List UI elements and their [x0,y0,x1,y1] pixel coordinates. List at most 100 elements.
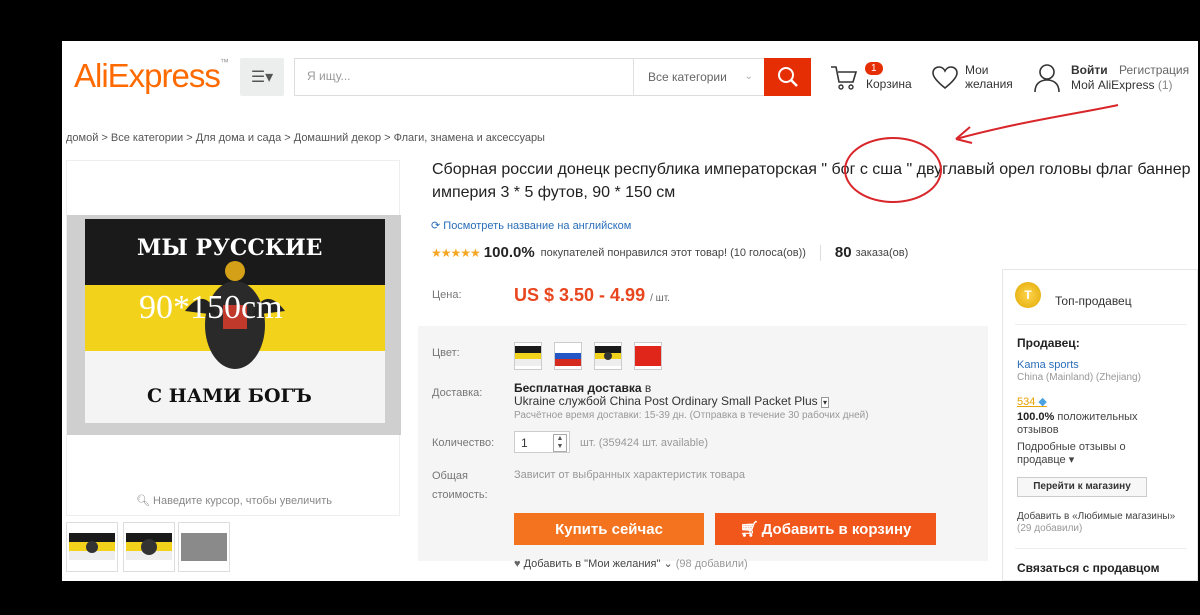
total-value: Зависит от выбранных характеристик товар… [514,469,745,481]
seller-name-link[interactable]: Kama sports [1017,359,1079,371]
chevron-down-icon: ⌄ [744,71,753,82]
thumbnail-image [181,533,227,561]
product-page: AliExpress™ ☰▾ Я ищу... Все категории ⌄ … [62,41,1198,581]
diamond-icon: ◆ [1038,396,1047,408]
color-swatch-2[interactable] [554,342,582,370]
quantity-label: Количество: [432,437,495,449]
my-aliexpress-link[interactable]: Мой AliExpress [1071,78,1155,92]
buy-now-button[interactable]: Купить сейчас [514,513,704,545]
shipping-time: Расчётное время доставки: 15-39 дн. (Отп… [514,410,869,421]
search-button[interactable] [764,58,811,96]
orders-count: 80 [834,244,852,261]
register-link[interactable]: Регистрация [1119,63,1189,77]
fav-text: Добавить в «Любимые магазины» [1017,511,1176,522]
user-icon [1034,64,1060,93]
color-swatch-3[interactable] [594,342,622,370]
heart-icon: ♥ [514,558,521,570]
cart-icon [831,66,858,90]
thumbnail-image [126,533,172,560]
add-wish-label: Добавить в "Мои желания" [523,558,661,570]
seller-score[interactable]: 534 ◆ [1017,395,1047,408]
my-aliexpress-count: (1) [1157,78,1173,92]
color-swatch-1[interactable] [514,342,542,370]
login-link[interactable]: Войти [1071,63,1108,77]
heart-icon [932,66,958,90]
thumbnail-2[interactable] [123,522,175,572]
seller-panel: T Топ-продавец Продавец: Kama sports Chi… [1002,269,1198,581]
quantity-stepper[interactable]: 1 ▲ ▼ [514,431,570,453]
rating-text[interactable]: покупателей понравился этот товар! (10 г… [541,247,806,259]
rating-percent: 100.0% [483,244,535,261]
seller-score-value: 534 [1017,396,1036,408]
flag-bottom-text: С НАМИ БОГЪ [147,385,312,407]
price-unit: / шт. [650,293,670,304]
wishlist-link[interactable]: Мои желания [931,61,1021,97]
shipping-dropdown-icon[interactable]: ▾ [821,397,830,408]
search-icon [777,67,798,87]
aliexpress-logo[interactable]: AliExpress™ [74,57,229,95]
main-product-image[interactable]: МЫ РУССКИЕ 90*150cm С НАМИ БОГЪ [67,215,401,435]
top-seller-medal-icon: T [1015,282,1041,308]
zoom-hint-text: Наведите курсор, чтобы увеличить [153,495,332,507]
translate-icon: ⟳ [431,220,444,232]
add-favorite-store-link[interactable]: Добавить в «Любимые магазины» (29 добави… [1017,511,1177,535]
chevron-down-icon: ⌄ [663,558,673,570]
seller-location: China (Mainland) (Zhejiang) [1017,372,1141,383]
swatch-image [515,346,541,366]
quantity-value[interactable]: 1 [521,436,528,450]
shipping-service: Ukraine службой China Post Ordinary Smal… [514,394,818,408]
go-to-store-button[interactable]: Перейти к магазину [1017,477,1147,497]
total-label-line1: Общая [432,470,468,482]
magnifier-icon: 🔍︎ [136,495,154,507]
wishlist-label: Мои желания [965,63,1013,91]
add-wish-count: (98 добавили) [675,558,748,570]
logo-trademark: ™ [219,57,229,67]
search-input[interactable]: Я ищу... [307,69,351,83]
swatch-image [595,346,621,366]
quantity-available: шт. (359424 шт. available) [580,437,709,449]
swatch-image [635,346,661,366]
thumbnail-image [69,533,115,560]
product-gallery: МЫ РУССКИЕ 90*150cm С НАМИ БОГЪ 🔍︎ Навед… [66,160,401,516]
flag-top-text: МЫ РУССКИЕ [137,235,323,261]
thumbnail-1[interactable] [66,522,118,572]
logo-text: AliExpress [74,57,221,94]
divider [1015,548,1187,549]
feedback-percent: 100.0% [1017,411,1055,423]
orders-label: заказа(ов) [855,246,909,259]
price-label: Цена: [432,289,462,301]
color-label: Цвет: [432,347,460,359]
shipping-free: Бесплатная доставка [514,381,642,395]
hamburger-icon: ☰▾ [250,69,274,86]
breadcrumb[interactable]: домой > Все категории > Для дома и сада … [66,132,545,144]
search-category-label: Все категории [648,70,727,84]
color-swatch-4[interactable] [634,342,662,370]
seller-heading: Продавец: [1017,336,1080,350]
english-title-text: Посмотреть название на английском [443,220,632,232]
detailed-feedback-link[interactable]: Подробные отзывы о продавце ▾ [1017,441,1167,467]
add-to-wishlist-link[interactable]: ♥ Добавить в "Мои желания" ⌄ (98 добавил… [514,557,748,570]
price-amount: US $ 3.50 - 4.99 [514,285,646,305]
annotation-circle [844,137,942,203]
contact-seller-link[interactable]: Связаться с продавцом [1017,561,1159,575]
search-bar: Я ищу... Все категории ⌄ [294,58,810,96]
product-title: Сборная россии донецк республика императ… [432,158,1192,204]
stepper-arrows-icon[interactable]: ▲ ▼ [553,434,567,452]
chevron-down-icon: ▾ [1068,454,1075,466]
english-title-link[interactable]: ⟳ Посмотреть название на английском [431,219,631,232]
thumbnail-3[interactable] [178,522,230,572]
total-label: Общая стоимость: [432,467,488,505]
account-area: Войти Регистрация Мой AliExpress (1) [1033,61,1198,97]
fav-count: (29 добавили) [1017,523,1083,534]
cart-plus-icon: 🛒︎ [739,521,759,538]
rating-row: ★★★★★ 100.0% покупателей понравился этот… [431,244,908,261]
cart-link[interactable]: 1 Корзина [829,61,919,97]
cart-label: Корзина [866,77,912,91]
search-category-select[interactable]: Все категории ⌄ [633,59,765,95]
divider [819,244,821,261]
annotation-arrow [955,104,1119,144]
add-to-cart-button[interactable]: 🛒︎ Добавить в корзину [715,513,936,545]
category-menu-button[interactable]: ☰▾ [240,58,284,96]
price-value: US $ 3.50 - 4.99 / шт. [514,285,670,306]
seller-feedback: 100.0% положительных отзывов [1017,411,1167,437]
